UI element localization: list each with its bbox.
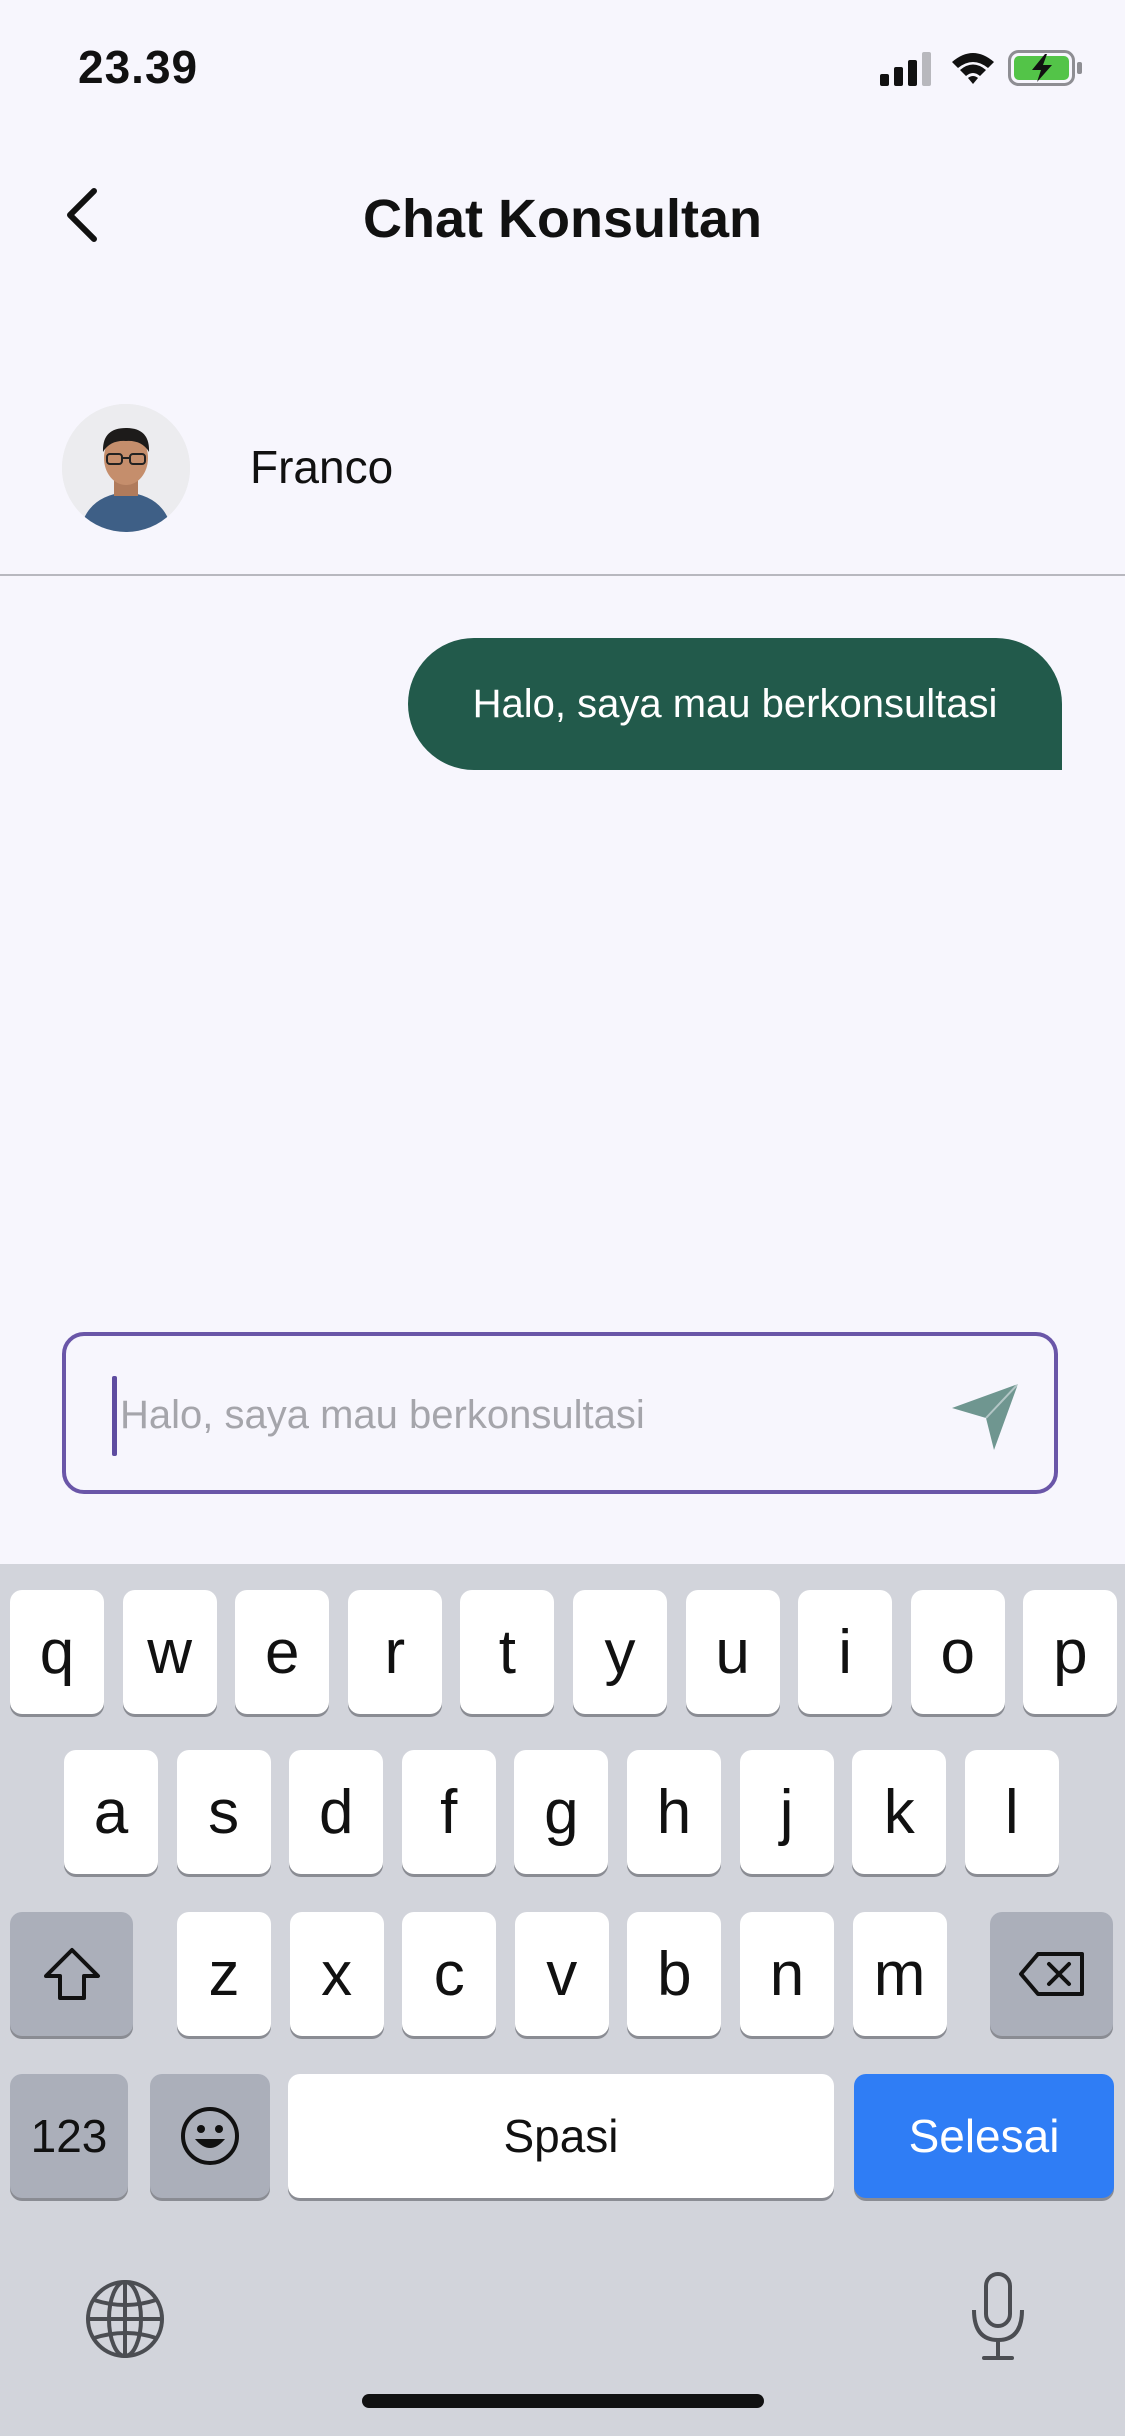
cellular-signal-icon [880,52,931,86]
key-h[interactable]: h [627,1750,721,1874]
key-j[interactable]: j [739,1750,834,1874]
key-b[interactable]: b [627,1912,722,2036]
key-e[interactable]: e [235,1590,330,1714]
key-x[interactable]: x [289,1912,384,2036]
key-a[interactable]: a [64,1750,158,1874]
sent-message-bubble: Halo, saya mau berkonsultasi [408,638,1062,770]
key-l[interactable]: l [964,1750,1059,1874]
key-i[interactable]: i [798,1590,893,1714]
avatar[interactable] [62,404,190,532]
battery-charging-icon [1008,50,1082,86]
send-button[interactable] [948,1378,1024,1454]
key-f[interactable]: f [401,1750,496,1874]
numbers-key[interactable]: 123 [10,2074,128,2198]
key-g[interactable]: g [514,1750,609,1874]
key-q[interactable]: q [10,1590,104,1714]
key-w[interactable]: w [122,1590,217,1714]
on-screen-keyboard: qwertyuiop asdfghjkl zxcvbnm 123 Spasi S… [0,1564,1125,2436]
key-s[interactable]: s [176,1750,271,1874]
key-y[interactable]: y [573,1590,667,1714]
avatar-image [62,404,190,532]
backspace-key[interactable] [990,1912,1113,2036]
emoji-icon [181,2107,239,2165]
backspace-icon [1018,1952,1084,1996]
key-r[interactable]: r [347,1590,442,1714]
space-key[interactable]: Spasi [288,2074,834,2198]
key-m[interactable]: m [852,1912,947,2036]
key-z[interactable]: z [177,1912,271,2036]
message-input[interactable] [120,1372,920,1458]
page-title: Chat Konsultan [363,189,762,249]
key-c[interactable]: c [402,1912,497,2036]
microphone-key[interactable] [968,2270,1028,2369]
microphone-icon [972,2272,1024,2360]
key-o[interactable]: o [910,1590,1005,1714]
shift-key[interactable] [10,1912,133,2036]
message-composer [62,1332,1058,1494]
key-p[interactable]: p [1023,1590,1118,1714]
key-k[interactable]: k [852,1750,947,1874]
contact-name: Franco [250,441,394,493]
done-key[interactable]: Selesai [854,2074,1114,2198]
key-n[interactable]: n [740,1912,834,2036]
text-cursor [112,1376,117,1456]
home-indicator [362,2394,764,2408]
wifi-icon [952,53,994,84]
message-text: Halo, saya mau berkonsultasi [472,681,998,726]
emoji-key[interactable] [150,2074,270,2198]
globe-key[interactable] [84,2278,166,2365]
send-icon [952,1383,1019,1450]
header-divider [0,574,1125,576]
status-time: 23.39 [78,41,199,93]
key-d[interactable]: d [289,1750,384,1874]
globe-icon [86,2280,164,2358]
key-v[interactable]: v [514,1912,609,2036]
key-t[interactable]: t [460,1590,555,1714]
key-u[interactable]: u [685,1590,780,1714]
shift-icon [43,1948,100,2000]
